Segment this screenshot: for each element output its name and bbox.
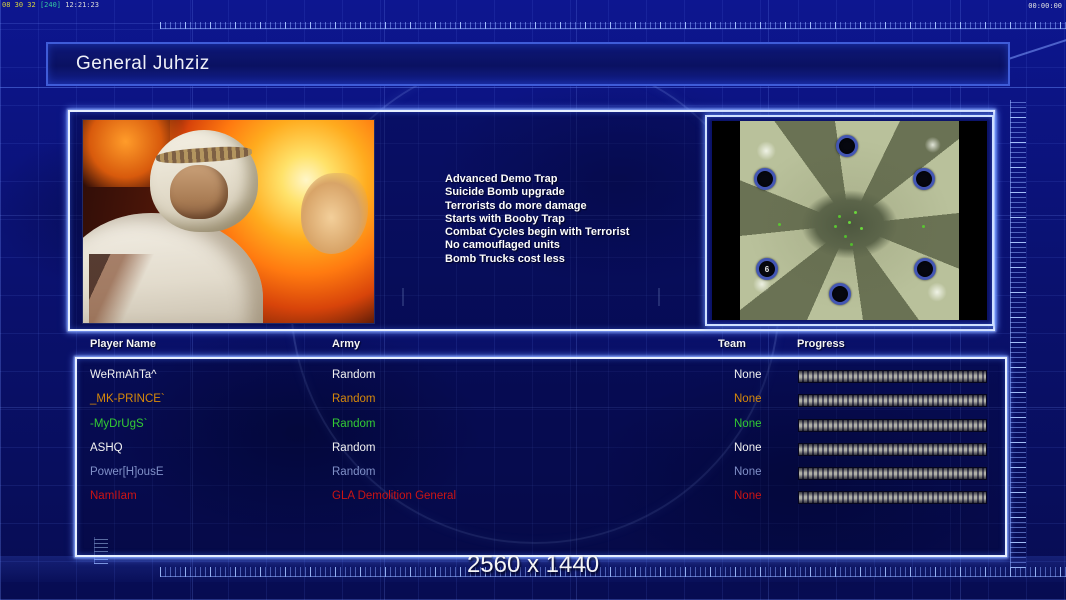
player-list-panel: WeRmAhTa^ Random None _MK-PRINCE` Random… bbox=[75, 357, 1007, 557]
frame-counters: 08 30 32 bbox=[2, 1, 36, 9]
player-army: Random bbox=[332, 466, 376, 479]
perk-item: Suicide Bomb upgrade bbox=[445, 186, 565, 199]
divider-line bbox=[0, 87, 1066, 88]
system-clock: 12:21:23 bbox=[65, 1, 99, 9]
player-name: -MyDrUgS` bbox=[90, 417, 148, 430]
player-team: None bbox=[734, 417, 762, 430]
general-portrait bbox=[82, 119, 375, 324]
player-name: Power[H]ousE bbox=[90, 466, 164, 479]
perk-list: Advanced Demo Trap Suicide Bomb upgrade … bbox=[445, 173, 745, 266]
ruler-top bbox=[160, 22, 1066, 29]
start-position-marker bbox=[836, 135, 858, 157]
minimap-letterbox: 6 bbox=[712, 121, 987, 320]
perk-item: Terrorists do more damage bbox=[445, 199, 587, 212]
player-row: ASHQ Random None bbox=[77, 438, 1005, 462]
player-table-header: Player Name Army Team Progress bbox=[0, 338, 1066, 354]
title-panel: General Juhziz bbox=[46, 42, 1010, 86]
player-team: None bbox=[734, 490, 762, 503]
perk-item: No camouflaged units bbox=[445, 239, 560, 252]
player-row: WeRmAhTa^ Random None bbox=[77, 365, 1005, 389]
progress-bar bbox=[798, 491, 987, 505]
resolution-label: 2560 x 1440 bbox=[466, 551, 600, 578]
page-title: General Juhziz bbox=[76, 53, 210, 74]
progress-bar bbox=[798, 394, 987, 408]
start-position-marker bbox=[914, 258, 936, 280]
frame-bracket: [240] bbox=[39, 1, 62, 9]
perk-item: Bomb Trucks cost less bbox=[445, 252, 565, 265]
player-army: Random bbox=[332, 393, 376, 406]
player-rows: WeRmAhTa^ Random None _MK-PRINCE` Random… bbox=[77, 365, 1005, 511]
start-position-marker bbox=[829, 283, 851, 305]
column-team: Team bbox=[718, 338, 746, 350]
start-position-marker bbox=[754, 168, 776, 190]
player-row: _MK-PRINCE` Random None bbox=[77, 389, 1005, 413]
start-position-marker bbox=[913, 168, 935, 190]
player-team: None bbox=[734, 393, 762, 406]
minimap-terrain: 6 bbox=[740, 121, 959, 320]
frame-stats: 08 30 32 [240] 12:21:23 bbox=[2, 1, 99, 9]
player-army: Random bbox=[332, 441, 376, 454]
player-name: ASHQ bbox=[90, 441, 123, 454]
perk-item: Combat Cycles begin with Terrorist bbox=[445, 226, 630, 239]
player-team: None bbox=[734, 466, 762, 479]
player-army: Random bbox=[332, 417, 376, 430]
progress-bar bbox=[798, 370, 987, 383]
progress-fill bbox=[799, 371, 986, 382]
player-army: Random bbox=[332, 369, 376, 381]
player-army: GLA Demolition General bbox=[332, 490, 457, 503]
progress-fill bbox=[799, 492, 986, 504]
perk-item: Starts with Booby Trap bbox=[445, 212, 565, 225]
minimap: 6 bbox=[705, 115, 994, 326]
player-name: _MK-PRINCE` bbox=[90, 393, 165, 406]
column-progress: Progress bbox=[797, 338, 845, 350]
progress-fill bbox=[799, 443, 986, 455]
player-row: NamIIam GLA Demolition General None bbox=[77, 486, 1005, 510]
player-team: None bbox=[734, 369, 762, 381]
progress-bar bbox=[798, 442, 987, 456]
player-name: NamIIam bbox=[90, 490, 137, 503]
portrait-face bbox=[170, 164, 229, 220]
progress-fill bbox=[799, 395, 986, 407]
player-name: WeRmAhTa^ bbox=[90, 369, 157, 381]
portrait-sash bbox=[88, 253, 177, 323]
minimap-units-dots bbox=[848, 221, 851, 224]
progress-bar bbox=[798, 467, 987, 481]
progress-bar bbox=[798, 418, 987, 432]
ruler-right bbox=[1010, 100, 1026, 568]
start-position-marker: 6 bbox=[756, 258, 778, 280]
progress-fill bbox=[799, 419, 986, 431]
column-army: Army bbox=[332, 338, 361, 350]
perk-item: Advanced Demo Trap bbox=[445, 173, 558, 185]
progress-fill bbox=[799, 468, 986, 480]
player-row: -MyDrUgS` Random None bbox=[77, 414, 1005, 438]
match-timer: 00:00:00 bbox=[1028, 2, 1062, 10]
player-team: None bbox=[734, 441, 762, 454]
column-player-name: Player Name bbox=[90, 338, 157, 350]
start-position-number: 6 bbox=[764, 264, 770, 274]
loading-screen: 08 30 32 [240] 12:21:23 00:00:00 General… bbox=[0, 0, 1066, 600]
general-info-panel: Advanced Demo Trap Suicide Bomb upgrade … bbox=[68, 110, 995, 331]
player-row: Power[H]ousE Random None bbox=[77, 462, 1005, 486]
